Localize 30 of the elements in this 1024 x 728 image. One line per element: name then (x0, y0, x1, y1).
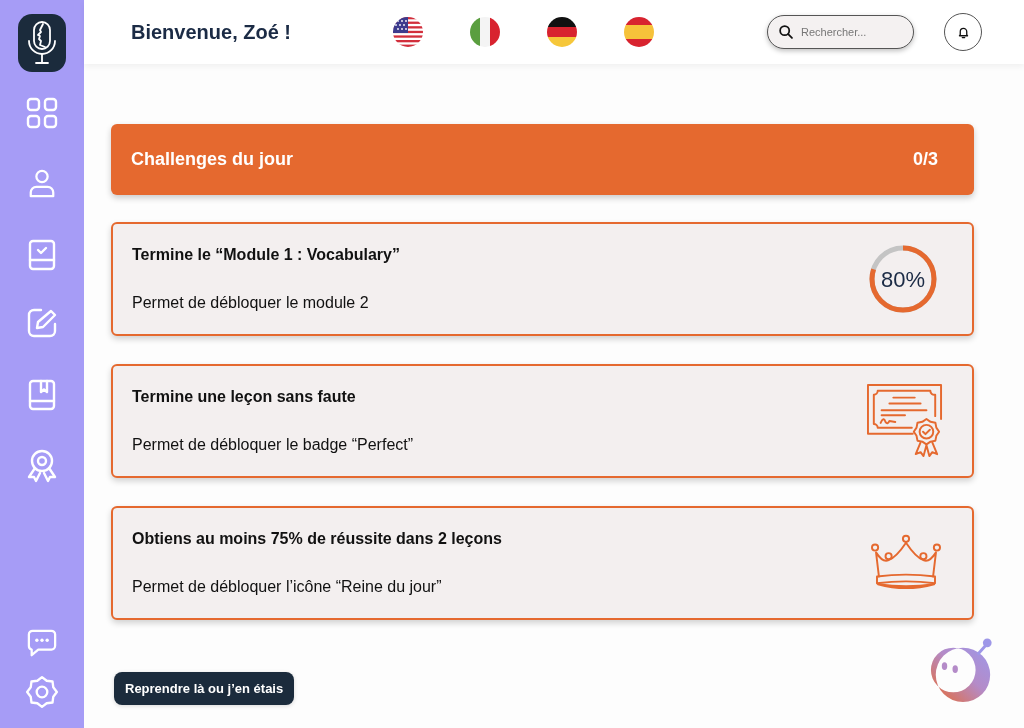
challenge-title: Obtiens au moins 75% de réussite dans 2 leçons (132, 529, 502, 549)
challenge-title: Termine une leçon sans faute (132, 387, 357, 407)
crown-icon (869, 534, 943, 592)
challenge-title: Termine le “Module 1 : Vocabulary” (132, 245, 400, 265)
search-field[interactable]: Rechercher... (767, 15, 914, 49)
challenge-reward: Permet de débloquer le badge “Perfect” (132, 435, 414, 455)
checklist-book-icon[interactable] (26, 239, 58, 271)
settings-icon[interactable] (25, 675, 59, 709)
greeting-title: Bienvenue, Zoé ! (131, 21, 292, 43)
chat-icon[interactable] (26, 628, 58, 658)
challenge-count: 0/3 (912, 148, 938, 171)
progress-percent: 80% (880, 265, 925, 294)
microphone-logo-icon[interactable] (18, 14, 66, 72)
bookmark-book-icon[interactable] (26, 379, 58, 411)
italy-flag-icon[interactable] (470, 17, 500, 47)
challenge-reward: Permet de débloquer le module 2 (132, 293, 370, 313)
us-flag-icon[interactable] (393, 17, 423, 47)
notifications-button[interactable] (944, 13, 982, 51)
challenge-reward: Permet de débloquer l’icône “Reine du jour” (132, 577, 443, 597)
bell-icon (956, 25, 970, 39)
user-icon[interactable] (27, 169, 57, 199)
award-ribbon-icon[interactable] (26, 449, 58, 483)
edit-icon[interactable] (26, 307, 58, 339)
spain-flag-icon[interactable] (624, 17, 654, 47)
resume-button[interactable]: Reprendre là ou j’en étais (114, 672, 295, 705)
certificate-icon (866, 383, 944, 459)
germany-flag-icon[interactable] (547, 17, 577, 47)
banner-title: Challenges du jour (131, 148, 294, 171)
search-icon (779, 25, 793, 39)
grid-icon[interactable] (26, 97, 58, 129)
